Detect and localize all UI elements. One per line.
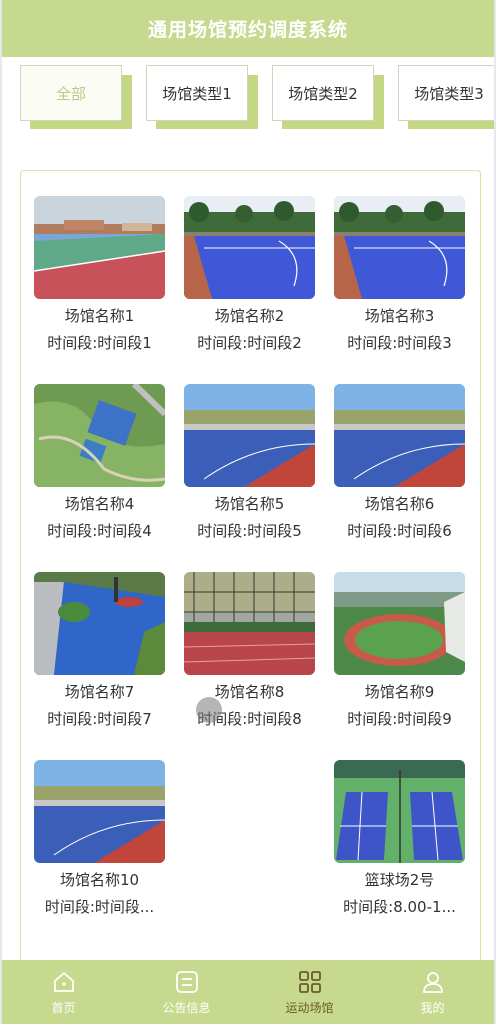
venue-name: 场馆名称2 (214, 307, 285, 325)
category-tabs: 全部 场馆类型1 场馆类型2 场馆类型3 (20, 65, 494, 135)
title-bar: 通用场馆预约调度系统 (2, 0, 494, 57)
venue-name: 场馆名称4 (64, 495, 135, 513)
tab-type-3[interactable]: 场馆类型3 (398, 65, 494, 129)
venue-time: 时间段:时间段3 (347, 334, 452, 352)
venue-time: 时间段:时间段7 (47, 710, 152, 728)
venue-time: 时间段:时间段6 (347, 522, 452, 540)
venue-time: 时间段:时间段2 (197, 334, 302, 352)
venue-card[interactable]: 场馆名称1 时间段:时间段1 (34, 196, 165, 366)
grid-icon (298, 970, 321, 993)
user-icon (422, 971, 443, 993)
venue-image (34, 760, 165, 863)
venue-name: 场馆名称10 (59, 871, 140, 889)
notice-icon (175, 970, 198, 993)
venue-name: 场馆名称6 (364, 495, 435, 513)
venue-name: 场馆名称7 (64, 683, 135, 701)
nav-profile[interactable]: 我的 (371, 960, 494, 1024)
venue-time: 时间段:时间段4 (47, 522, 152, 540)
nav-label: 公告信息 (162, 1000, 211, 1015)
venue-time: 时间段:时间段5 (197, 522, 302, 540)
venue-card[interactable]: 篮球场2号 时间段:8.00-1... (334, 760, 465, 930)
venue-card[interactable]: 场馆名称6 时间段:时间段6 (334, 384, 465, 554)
nav-notice[interactable]: 公告信息 (125, 960, 248, 1024)
tab-label: 全部 (20, 65, 122, 121)
venue-card[interactable]: 场馆名称3 时间段:时间段3 (334, 196, 465, 366)
app-window: 通用场馆预约调度系统 全部 场馆类型1 场馆类型2 场馆类型3 场馆名称1 时间… (0, 0, 496, 1024)
home-icon (53, 971, 74, 992)
venue-card[interactable]: 场馆名称10 时间段:时间段... (34, 760, 165, 930)
venue-card[interactable]: 场馆名称7 时间段:时间段7 (34, 572, 165, 742)
venue-card[interactable]: 场馆名称2 时间段:时间段2 (184, 196, 315, 366)
venue-time: 时间段:时间段1 (47, 334, 152, 352)
venue-name: 篮球场2号 (364, 871, 435, 889)
venue-image (34, 196, 165, 299)
venue-card[interactable]: 场馆名称9 时间段:时间段9 (334, 572, 465, 742)
venue-image (334, 196, 465, 299)
venue-panel: 场馆名称1 时间段:时间段1 场馆名称2 时间段:时间段2 场馆名称3 时间段:… (20, 170, 481, 970)
bottom-nav: 首页 公告信息 运动场馆 我的 (2, 960, 494, 1024)
tab-type-2[interactable]: 场馆类型2 (272, 65, 384, 129)
tab-all[interactable]: 全部 (20, 65, 132, 129)
venue-name: 场馆名称8 (214, 683, 285, 701)
venue-name: 场馆名称5 (214, 495, 285, 513)
tab-label: 场馆类型1 (146, 65, 248, 121)
venue-time: 时间段:8.00-1... (343, 898, 456, 916)
nav-label: 我的 (420, 1000, 445, 1015)
venue-image (334, 384, 465, 487)
venue-image (334, 572, 465, 675)
venue-grid: 场馆名称1 时间段:时间段1 场馆名称2 时间段:时间段2 场馆名称3 时间段:… (34, 196, 466, 930)
venue-image (184, 572, 315, 675)
nav-home[interactable]: 首页 (2, 960, 125, 1024)
nav-venues[interactable]: 运动场馆 (248, 960, 371, 1024)
venue-name: 场馆名称1 (64, 307, 135, 325)
page-title: 通用场馆预约调度系统 (147, 19, 348, 41)
touch-indicator (196, 697, 222, 723)
venue-card[interactable]: 场馆名称5 时间段:时间段5 (184, 384, 315, 554)
venue-image (184, 196, 315, 299)
venue-time: 时间段:时间段9 (347, 710, 452, 728)
venue-card[interactable]: 场馆名称4 时间段:时间段4 (34, 384, 165, 554)
venue-image (334, 760, 465, 863)
nav-label: 运动场馆 (285, 1000, 334, 1015)
venue-time: 时间段:时间段... (44, 898, 155, 916)
venue-name: 场馆名称3 (364, 307, 435, 325)
tab-type-1[interactable]: 场馆类型1 (146, 65, 258, 129)
tab-label: 场馆类型3 (398, 65, 494, 121)
venue-image (34, 384, 165, 487)
venue-image (184, 384, 315, 487)
tab-label: 场馆类型2 (272, 65, 374, 121)
nav-label: 首页 (51, 1000, 76, 1015)
venue-name: 场馆名称9 (364, 683, 435, 701)
venue-image (34, 572, 165, 675)
